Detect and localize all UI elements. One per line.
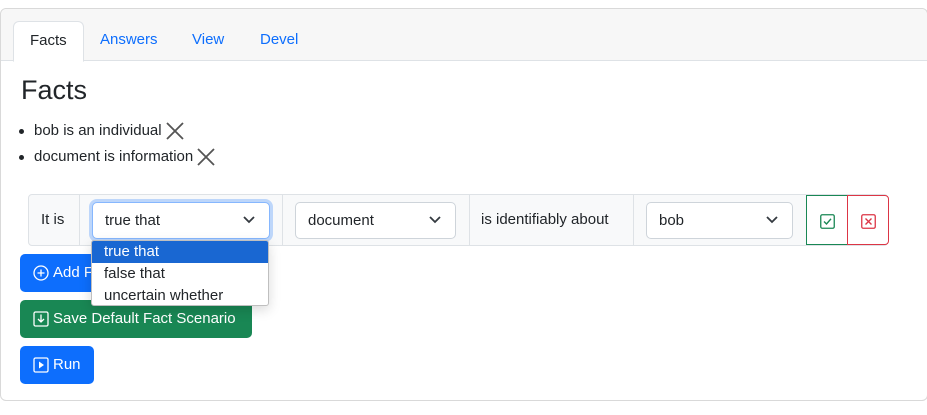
dropdown-option-false-that[interactable]: false that bbox=[92, 263, 268, 285]
close-icon[interactable] bbox=[195, 146, 217, 168]
tab-facts[interactable]: Facts bbox=[13, 21, 84, 62]
prefix-label: It is bbox=[41, 211, 65, 228]
chevron-down-icon bbox=[766, 216, 778, 224]
fact-builder: It is true that document is identifiably… bbox=[28, 194, 889, 246]
plus-circle-icon bbox=[33, 265, 49, 281]
chevron-down-icon bbox=[243, 216, 255, 224]
object-select[interactable]: bob bbox=[646, 202, 793, 239]
truth-select-value: true that bbox=[105, 212, 161, 229]
tab-answers[interactable]: Answers bbox=[84, 21, 174, 61]
list-item: bob is an individual bbox=[18, 118, 217, 144]
cancel-fact-button[interactable] bbox=[847, 195, 889, 245]
list-item: document is information bbox=[18, 144, 217, 170]
subject-select[interactable]: document bbox=[295, 202, 456, 239]
divider bbox=[633, 195, 634, 245]
close-icon[interactable] bbox=[164, 120, 186, 142]
truth-select-dropdown: true that false that uncertain whether bbox=[91, 240, 269, 306]
dropdown-option-uncertain-whether[interactable]: uncertain whether bbox=[92, 285, 268, 305]
tab-devel[interactable]: Devel bbox=[244, 21, 314, 61]
fact-text: bob is an individual bbox=[34, 122, 162, 139]
truth-select[interactable]: true that bbox=[92, 202, 270, 239]
page-title: Facts bbox=[21, 75, 88, 105]
fact-text: document is information bbox=[34, 148, 194, 165]
divider bbox=[79, 195, 80, 245]
run-label: Run bbox=[53, 356, 81, 373]
divider bbox=[282, 195, 283, 245]
tab-view[interactable]: View bbox=[176, 21, 240, 61]
download-icon bbox=[33, 311, 49, 327]
confirm-fact-button[interactable] bbox=[806, 195, 848, 245]
predicate-label: is identifiably about bbox=[481, 211, 609, 228]
tab-bar: Facts Answers View Devel bbox=[1, 9, 927, 62]
dropdown-option-true-that[interactable]: true that bbox=[92, 241, 268, 263]
subject-select-value: document bbox=[308, 212, 374, 229]
divider bbox=[469, 195, 470, 245]
play-icon bbox=[33, 357, 49, 373]
check-square-icon bbox=[820, 214, 835, 229]
object-select-value: bob bbox=[659, 212, 685, 229]
chevron-down-icon bbox=[429, 216, 441, 224]
run-button[interactable]: Run bbox=[20, 346, 94, 384]
x-square-icon bbox=[861, 214, 876, 229]
facts-list: bob is an individual document is informa… bbox=[18, 118, 217, 170]
